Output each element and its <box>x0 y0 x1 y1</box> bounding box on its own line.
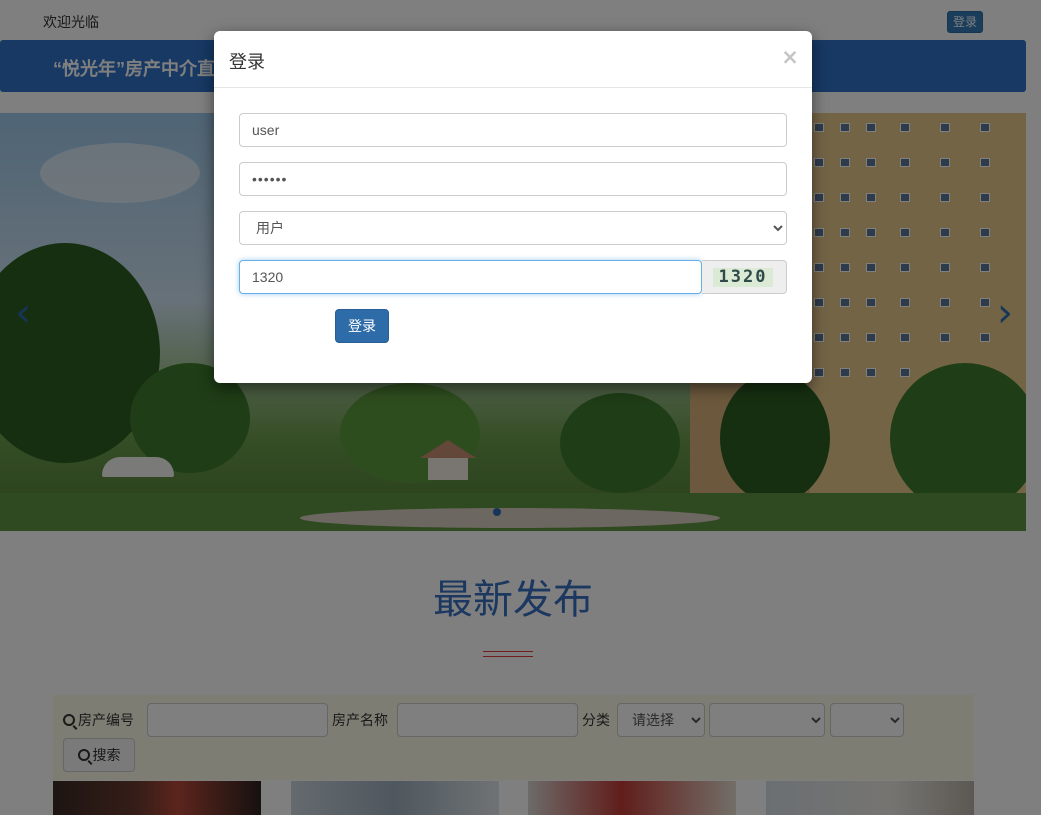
role-select[interactable]: 用户 <box>239 211 787 245</box>
username-input[interactable] <box>239 113 787 147</box>
close-icon[interactable]: × <box>780 45 800 69</box>
login-submit-button[interactable]: 登录 <box>335 309 389 343</box>
modal-title: 登录 <box>229 52 265 72</box>
modal-header: 登录 × <box>214 31 812 88</box>
captcha-input[interactable] <box>239 260 702 294</box>
login-modal: 登录 × 用户 1320 登录 <box>214 31 812 383</box>
captcha-image[interactable]: 1320 <box>713 268 773 287</box>
password-input[interactable] <box>239 162 787 196</box>
captcha-addon: 1320 <box>702 260 787 294</box>
